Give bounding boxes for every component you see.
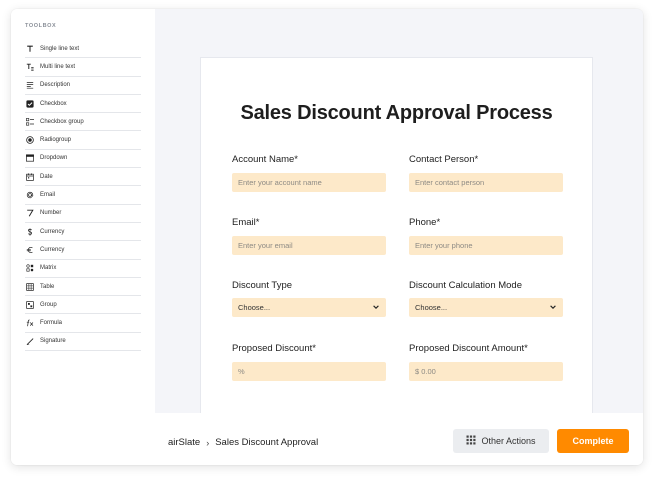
calendar-icon [25, 172, 34, 181]
checkbox-icon [25, 99, 34, 108]
tool-email[interactable]: Email [25, 186, 141, 205]
multi-line-text-icon [25, 62, 34, 71]
tool-checkbox-group[interactable]: Checkbox group [25, 113, 141, 132]
discount-calc-mode-field: Discount Calculation Mode Choose... [409, 280, 563, 317]
other-actions-button[interactable]: Other Actions [453, 429, 549, 453]
contact-person-label: Contact Person* [409, 154, 479, 165]
discount-type-value: Choose... [238, 303, 271, 312]
tool-signature[interactable]: Signature [25, 333, 141, 352]
account-name-label: Account Name* [232, 154, 299, 165]
email-label: Email* [232, 217, 260, 228]
description-icon [25, 81, 34, 90]
tool-label: Checkbox group [40, 118, 84, 125]
breadcrumb-separator: › [206, 437, 210, 448]
complete-button[interactable]: Complete [557, 429, 629, 453]
single-line-text-icon [25, 44, 34, 53]
discount-calc-mode-select[interactable]: Choose... [409, 298, 563, 317]
tool-label: Formula [40, 320, 63, 327]
table-icon [25, 282, 34, 291]
tool-date[interactable]: Date [25, 168, 141, 187]
tool-label: Number [40, 210, 62, 217]
proposed-discount-amount-label: Proposed Discount Amount* [409, 343, 528, 354]
form-card: Sales Discount Approval Process Account … [200, 57, 593, 413]
other-actions-label: Other Actions [481, 436, 536, 446]
euro-icon [25, 245, 34, 254]
phone-input[interactable] [409, 236, 563, 255]
dollar-icon [25, 227, 34, 236]
tool-group[interactable]: Group [25, 296, 141, 315]
contact-person-field: Contact Person* [409, 154, 563, 192]
bottom-action-bar: airSlate › Sales Discount Approval Other… [11, 413, 643, 465]
dropdown-icon [25, 154, 34, 163]
tool-currency-dollar[interactable]: Currency [25, 223, 141, 242]
tool-label: Signature [40, 338, 66, 345]
formula-icon [25, 319, 34, 328]
tool-label: Radiogroup [40, 137, 72, 144]
breadcrumb-page: Sales Discount Approval [215, 437, 319, 448]
tool-description[interactable]: Description [25, 77, 141, 95]
contact-person-input[interactable] [409, 173, 563, 192]
account-name-input[interactable] [232, 173, 386, 192]
email-input[interactable] [232, 236, 386, 255]
at-sign-icon [25, 191, 34, 200]
discount-calc-mode-value: Choose... [415, 303, 448, 312]
grid-dots-icon [466, 435, 481, 447]
tool-label: Matrix [40, 265, 57, 272]
tool-currency-euro[interactable]: Currency [25, 241, 141, 260]
toolbox-title: TOOLBOX [25, 23, 57, 29]
tool-label: Date [40, 173, 53, 180]
checkbox-group-icon [25, 117, 34, 126]
phone-field: Phone* [409, 217, 563, 255]
tool-matrix[interactable]: Matrix [25, 260, 141, 278]
tool-label: Checkbox [40, 100, 67, 107]
phone-label: Phone* [409, 217, 441, 228]
radiogroup-icon [25, 136, 34, 145]
proposed-discount-field: Proposed Discount* [232, 343, 386, 381]
tool-multi-line-text[interactable]: Multi line text [25, 58, 141, 77]
tool-label: Email [40, 192, 56, 199]
proposed-discount-amount-input[interactable] [409, 362, 563, 381]
matrix-icon [25, 264, 34, 273]
breadcrumb: airSlate › Sales Discount Approval [168, 437, 318, 448]
tool-label: Multi line text [40, 63, 76, 70]
tool-label: Single line text [40, 45, 80, 52]
tool-radiogroup[interactable]: Radiogroup [25, 131, 141, 150]
discount-type-select[interactable]: Choose... [232, 298, 386, 317]
tool-label: Currency [40, 246, 65, 253]
tool-label: Group [40, 301, 57, 308]
app-window: TOOLBOX Single line text Multi line text… [11, 9, 643, 465]
tool-dropdown[interactable]: Dropdown [25, 150, 141, 169]
group-icon [25, 300, 34, 309]
toolbox-sidebar: TOOLBOX Single line text Multi line text… [11, 9, 155, 413]
tool-label: Currency [40, 228, 65, 235]
signature-icon [25, 337, 34, 346]
chevron-down-icon [372, 303, 380, 313]
discount-type-field: Discount Type Choose... [232, 280, 386, 317]
tool-label: Dropdown [40, 155, 68, 162]
breadcrumb-app[interactable]: airSlate [168, 437, 200, 448]
discount-calc-mode-label: Discount Calculation Mode [409, 280, 523, 291]
form-canvas: Sales Discount Approval Process Account … [155, 9, 643, 413]
proposed-discount-amount-field: Proposed Discount Amount* [409, 343, 563, 381]
email-field: Email* [232, 217, 386, 255]
tool-label: Table [40, 283, 55, 290]
form-title: Sales Discount Approval Process [240, 102, 553, 124]
tool-checkbox[interactable]: Checkbox [25, 95, 141, 114]
proposed-discount-label: Proposed Discount* [232, 343, 316, 354]
tool-label: Description [40, 82, 71, 89]
number-icon [25, 209, 34, 218]
tool-number[interactable]: Number [25, 205, 141, 223]
account-name-field: Account Name* [232, 154, 386, 192]
discount-type-label: Discount Type [232, 280, 293, 291]
proposed-discount-input[interactable] [232, 362, 386, 381]
tool-formula[interactable]: Formula [25, 314, 141, 333]
tool-table[interactable]: Table [25, 278, 141, 297]
tool-single-line-text[interactable]: Single line text [25, 40, 141, 59]
chevron-down-icon [549, 303, 557, 313]
